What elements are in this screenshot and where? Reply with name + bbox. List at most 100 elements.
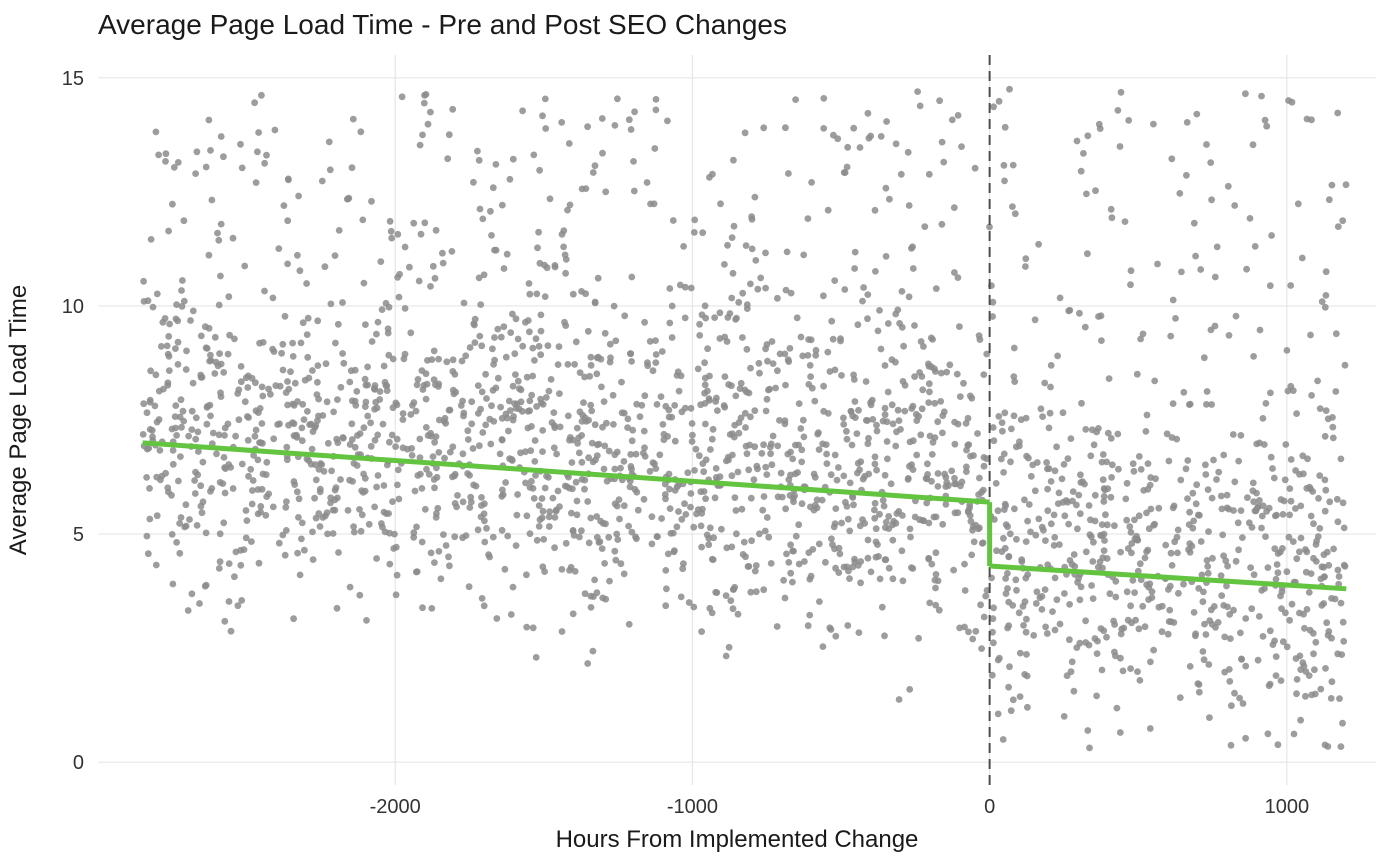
data-point: [954, 509, 961, 516]
data-point: [282, 313, 289, 320]
data-point: [679, 408, 686, 415]
data-point: [1114, 705, 1121, 712]
data-point: [1006, 663, 1013, 670]
data-point: [1004, 625, 1011, 632]
data-point: [948, 468, 955, 475]
data-point: [546, 508, 553, 515]
data-point: [421, 100, 428, 107]
data-point: [735, 299, 742, 306]
data-point: [1118, 89, 1125, 96]
data-point: [459, 534, 466, 541]
data-point: [687, 504, 694, 511]
data-point: [1226, 666, 1233, 673]
data-point: [664, 118, 671, 125]
data-point: [712, 589, 719, 596]
data-point: [606, 448, 613, 455]
data-point: [596, 441, 603, 448]
data-point: [217, 479, 224, 486]
data-point: [390, 545, 397, 552]
data-point: [1074, 138, 1081, 145]
data-point: [939, 412, 946, 419]
data-point: [749, 216, 756, 223]
data-point: [574, 511, 581, 518]
data-point: [578, 288, 585, 295]
data-point: [1290, 387, 1297, 394]
data-point: [1183, 172, 1190, 179]
data-point: [1149, 588, 1156, 595]
data-point: [965, 629, 972, 636]
data-point: [239, 165, 246, 172]
data-point: [733, 315, 740, 322]
data-point: [1335, 518, 1342, 525]
data-point: [1271, 475, 1278, 482]
data-point: [1268, 454, 1275, 461]
data-point: [1098, 337, 1105, 344]
data-point: [666, 285, 673, 292]
data-point: [163, 150, 170, 157]
data-point: [732, 393, 739, 400]
data-point: [392, 443, 399, 450]
data-point: [479, 595, 486, 602]
data-point: [873, 422, 880, 429]
data-point: [536, 502, 543, 509]
data-point: [1054, 353, 1061, 360]
data-point: [1308, 392, 1315, 399]
data-point: [263, 471, 270, 478]
data-point: [1056, 490, 1063, 497]
data-point: [409, 452, 416, 459]
data-point: [1263, 508, 1270, 515]
data-point: [981, 614, 988, 621]
data-point: [800, 252, 807, 259]
data-point: [1147, 725, 1154, 732]
data-point: [631, 188, 638, 195]
data-point: [1084, 250, 1091, 257]
data-point: [699, 311, 706, 318]
data-point: [181, 524, 188, 531]
data-point: [958, 143, 965, 150]
data-point: [241, 263, 248, 270]
data-point: [198, 503, 205, 510]
data-point: [218, 221, 225, 228]
data-point: [787, 449, 794, 456]
data-point: [166, 353, 173, 360]
data-point: [621, 312, 628, 319]
data-point: [974, 430, 981, 437]
data-point: [702, 302, 709, 309]
data-point: [728, 382, 735, 389]
data-point: [1286, 617, 1293, 624]
data-point: [280, 367, 287, 374]
data-point: [581, 486, 588, 493]
data-point: [178, 287, 185, 294]
data-point: [871, 507, 878, 514]
data-point: [670, 217, 677, 224]
data-point: [372, 382, 379, 389]
data-point: [1192, 253, 1199, 260]
data-point: [1164, 430, 1171, 437]
data-point: [283, 527, 290, 534]
data-point: [253, 179, 260, 186]
data-point: [185, 433, 192, 440]
data-point: [760, 124, 767, 131]
data-point: [1218, 493, 1225, 500]
data-point: [905, 476, 912, 483]
data-point: [1214, 244, 1221, 251]
data-point: [1094, 638, 1101, 645]
data-point: [1207, 159, 1214, 166]
data-point: [1257, 327, 1264, 334]
data-point: [511, 350, 518, 357]
data-point: [361, 424, 368, 431]
data-point: [309, 446, 316, 453]
data-point: [832, 633, 839, 640]
data-point: [244, 384, 251, 391]
data-point: [635, 507, 642, 514]
data-point: [1005, 599, 1012, 606]
data-point: [140, 400, 147, 407]
data-point: [937, 398, 944, 405]
data-point: [696, 332, 703, 339]
data-point: [334, 396, 341, 403]
data-point: [204, 345, 211, 352]
data-point: [1016, 609, 1023, 616]
data-point: [1053, 443, 1060, 450]
data-point: [1208, 327, 1215, 334]
data-point: [396, 496, 403, 503]
